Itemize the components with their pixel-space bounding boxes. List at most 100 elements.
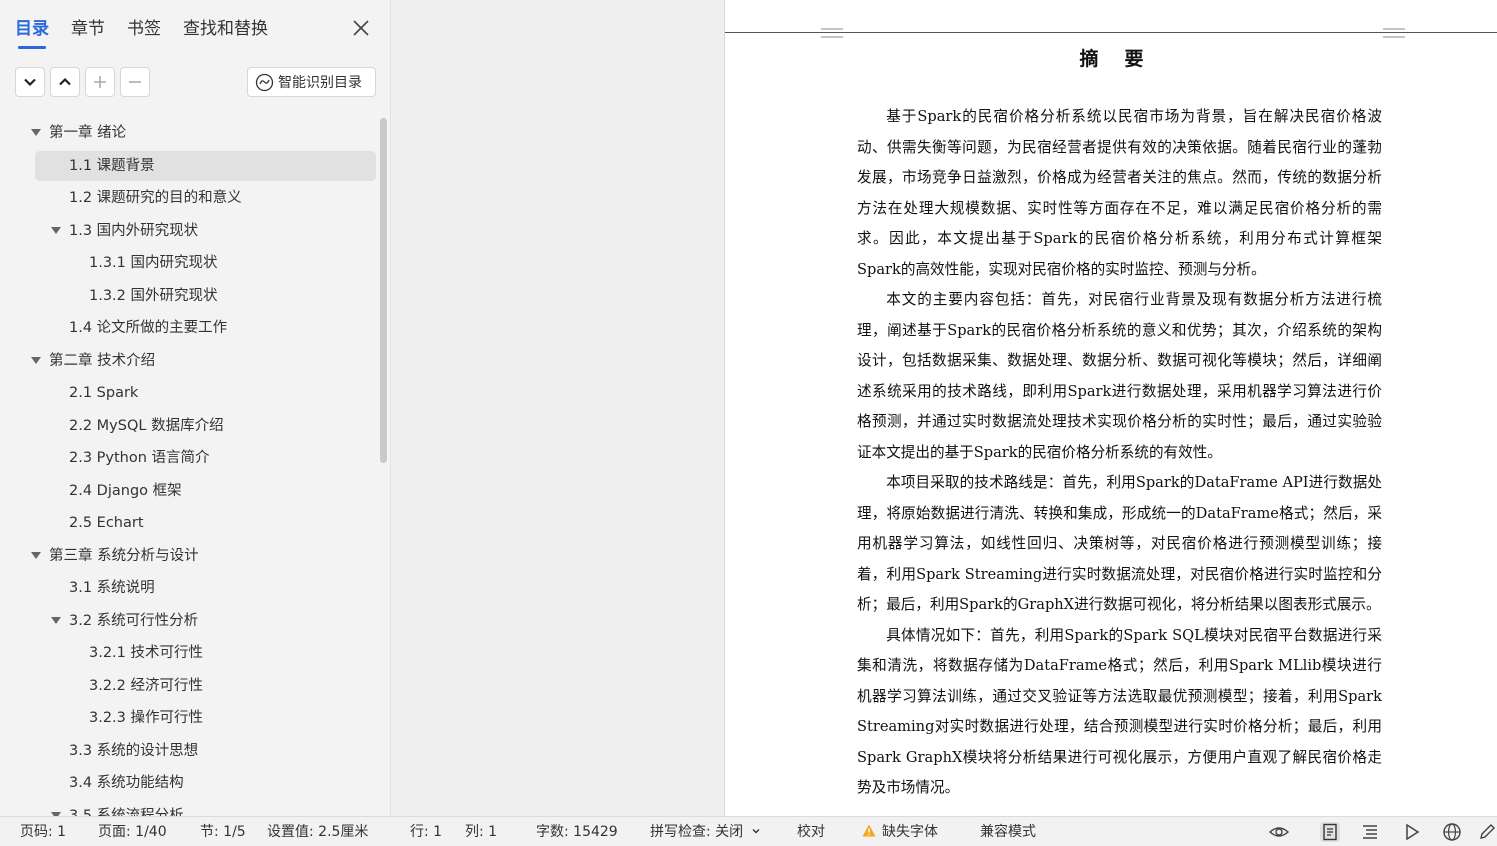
toc-scrollbar[interactable] <box>380 118 387 463</box>
toc-item[interactable]: 3.1 系统说明 <box>0 573 378 603</box>
status-row[interactable]: 行: 1 <box>410 823 442 841</box>
toc-item[interactable]: 1.4 论文所做的主要工作 <box>0 313 378 343</box>
status-bar: 页码: 1 页面: 1/40 节: 1/5 设置值: 2.5厘米 行: 1 列:… <box>0 816 1497 846</box>
toc-item-label: 3.1 系统说明 <box>69 580 155 596</box>
tab-bookmarks[interactable]: 书签 <box>127 17 161 45</box>
workspace-gutter <box>392 0 724 816</box>
missing-font-label: 缺失字体 <box>882 824 938 840</box>
warning-icon <box>862 824 876 837</box>
status-compat-mode[interactable]: 兼容模式 <box>980 823 1036 841</box>
document-page[interactable]: 摘要 基于Spark的民宿价格分析系统以民宿市场为背景，旨在解决民宿价格波动、供… <box>724 0 1497 816</box>
paragraph: 本文的主要内容包括：首先，对民宿行业背景及现有数据分析方法进行梳理，阐述基于Sp… <box>857 291 1382 461</box>
toc-item-label: 3.2 系统可行性分析 <box>69 612 199 629</box>
toc-item[interactable]: 1.3 国内外研究现状 <box>0 216 378 246</box>
add-level-button[interactable] <box>85 67 115 97</box>
toc-item[interactable]: 3.2.1 技术可行性 <box>0 638 378 668</box>
toc-item[interactable]: 1.2 课题研究的目的和意义 <box>0 183 378 213</box>
toc-item[interactable]: 3.2.3 操作可行性 <box>0 703 378 733</box>
toc-item[interactable]: 3.5 系统流程分析 <box>0 801 378 817</box>
expand-triangle-icon[interactable] <box>51 616 61 624</box>
toc-item-label: 1.4 论文所做的主要工作 <box>69 320 228 336</box>
toc-item-label: 第二章 技术介绍 <box>49 352 156 369</box>
chevron-up-icon <box>59 77 71 86</box>
margin-corner-mark <box>821 28 843 38</box>
eye-icon[interactable] <box>1268 822 1290 842</box>
toc-item[interactable]: 第二章 技术介绍 <box>0 346 378 376</box>
toc-item[interactable]: 第一章 绪论 <box>0 118 378 148</box>
abstract-title: 摘要 <box>1079 48 1170 70</box>
toc-item[interactable]: 3.3 系统的设计思想 <box>0 736 378 766</box>
globe-icon[interactable] <box>1442 822 1462 842</box>
plus-icon <box>94 76 106 88</box>
page-view-icon[interactable] <box>1320 822 1340 842</box>
pen-icon[interactable] <box>1477 822 1497 842</box>
toc-item-label: 2.3 Python 语言简介 <box>69 450 210 466</box>
toc-tree: 第一章 绪论 1.1 课题背景 1.2 课题研究的目的和意义 1.3 国内外研究现状 1… <box>0 116 378 816</box>
toc-item-label: 2.2 MySQL 数据库介绍 <box>69 417 224 434</box>
status-missing-font[interactable]: 缺失字体 <box>862 823 938 841</box>
margin-corner-mark <box>1383 28 1405 38</box>
smart-recognize-toc-button[interactable]: 智能识别目录 <box>247 67 376 97</box>
toc-item[interactable]: 1.1 课题背景 <box>35 150 376 181</box>
toc-item[interactable]: 2.2 MySQL 数据库介绍 <box>0 411 378 441</box>
tab-find-replace[interactable]: 查找和替换 <box>183 17 268 45</box>
smart-recognize-label: 智能识别目录 <box>278 75 362 91</box>
status-spell-check[interactable]: 拼写检查: 关闭 <box>650 823 761 841</box>
expand-triangle-icon[interactable] <box>51 226 61 234</box>
toc-item[interactable]: 2.3 Python 语言简介 <box>0 443 378 473</box>
play-icon[interactable] <box>1402 822 1422 842</box>
status-proofread[interactable]: 校对 <box>797 823 825 841</box>
paragraph: 本项目采取的技术路线是：首先，利用Spark的DataFrame API进行数据… <box>857 474 1382 613</box>
close-icon[interactable] <box>350 17 372 39</box>
minus-icon <box>129 81 141 83</box>
toc-item-label: 第一章 绪论 <box>49 125 127 141</box>
expand-triangle-icon[interactable] <box>31 551 41 559</box>
toc-item-label: 2.1 Spark <box>69 385 139 401</box>
toc-item-label: 1.2 课题研究的目的和意义 <box>69 190 242 206</box>
toc-item[interactable]: 1.3.1 国内研究现状 <box>0 248 378 278</box>
toc-item-label: 3.2.3 操作可行性 <box>89 710 204 726</box>
toc-item-label: 2.4 Django 框架 <box>69 482 182 499</box>
chevron-down-icon <box>752 829 760 834</box>
toc-item-label: 3.4 系统功能结构 <box>69 775 184 791</box>
paragraph: 具体情况如下：首先，利用Spark的Spark SQL模块对民宿平台数据进行采集… <box>857 626 1382 797</box>
outline-view-icon[interactable] <box>1360 822 1380 842</box>
status-page[interactable]: 页面: 1/40 <box>98 823 167 841</box>
status-section[interactable]: 节: 1/5 <box>200 823 246 841</box>
collapse-down-button[interactable] <box>15 67 45 97</box>
status-page-number[interactable]: 页码: 1 <box>20 823 66 841</box>
toc-item-label: 第三章 系统分析与设计 <box>49 547 199 564</box>
toc-item-label: 3.5 系统流程分析 <box>69 807 184 817</box>
toc-item-label: 1.3.2 国外研究现状 <box>89 287 218 304</box>
toc-item-label: 1.3 国内外研究现状 <box>69 222 199 239</box>
expand-triangle-icon[interactable] <box>31 129 41 136</box>
tab-toc[interactable]: 目录 <box>15 17 49 49</box>
toc-item[interactable]: 3.4 系统功能结构 <box>0 768 378 798</box>
toc-item[interactable]: 3.2 系统可行性分析 <box>0 606 378 636</box>
toc-item-label: 1.1 课题背景 <box>69 157 155 174</box>
toc-item-label: 3.2.2 经济可行性 <box>89 677 204 694</box>
expand-up-button[interactable] <box>50 67 80 97</box>
toc-item[interactable]: 1.3.2 国外研究现状 <box>0 281 378 311</box>
abstract-body: 基于Spark的民宿价格分析系统以民宿市场为背景，旨在解决民宿价格波动、供需失衡… <box>857 102 1382 804</box>
toc-item-label: 3.3 系统的设计思想 <box>69 742 199 759</box>
toc-item[interactable]: 3.2.2 经济可行性 <box>0 671 378 701</box>
remove-level-button[interactable] <box>120 67 150 97</box>
status-column[interactable]: 列: 1 <box>465 823 497 841</box>
nav-tabs: 目录 章节 书签 查找和替换 <box>0 0 391 58</box>
expand-triangle-icon[interactable] <box>31 356 41 364</box>
toc-item[interactable]: 2.4 Django 框架 <box>0 476 378 506</box>
paragraph: 基于Spark的民宿价格分析系统以民宿市场为背景，旨在解决民宿价格波动、供需失衡… <box>857 108 1382 278</box>
toc-item-label: 1.3.1 国内研究现状 <box>89 255 218 271</box>
toc-item[interactable]: 第三章 系统分析与设计 <box>0 541 378 571</box>
status-word-count[interactable]: 字数: 15429 <box>536 823 618 841</box>
toc-item[interactable]: 2.1 Spark <box>0 378 378 408</box>
toc-item-label: 3.2.1 技术可行性 <box>89 645 204 661</box>
tab-chapters[interactable]: 章节 <box>71 17 105 45</box>
navigation-pane: 目录 章节 书签 查找和替换 智能识别目录 第一章 绪论 1.1 课题背景 1.2 … <box>0 0 391 816</box>
status-setting-value[interactable]: 设置值: 2.5厘米 <box>267 823 368 841</box>
toc-toolbar: 智能识别目录 <box>0 66 391 100</box>
spell-check-label: 拼写检查: 关闭 <box>650 824 744 840</box>
toc-item[interactable]: 2.5 Echart <box>0 508 378 538</box>
smart-recognize-icon <box>255 73 274 91</box>
